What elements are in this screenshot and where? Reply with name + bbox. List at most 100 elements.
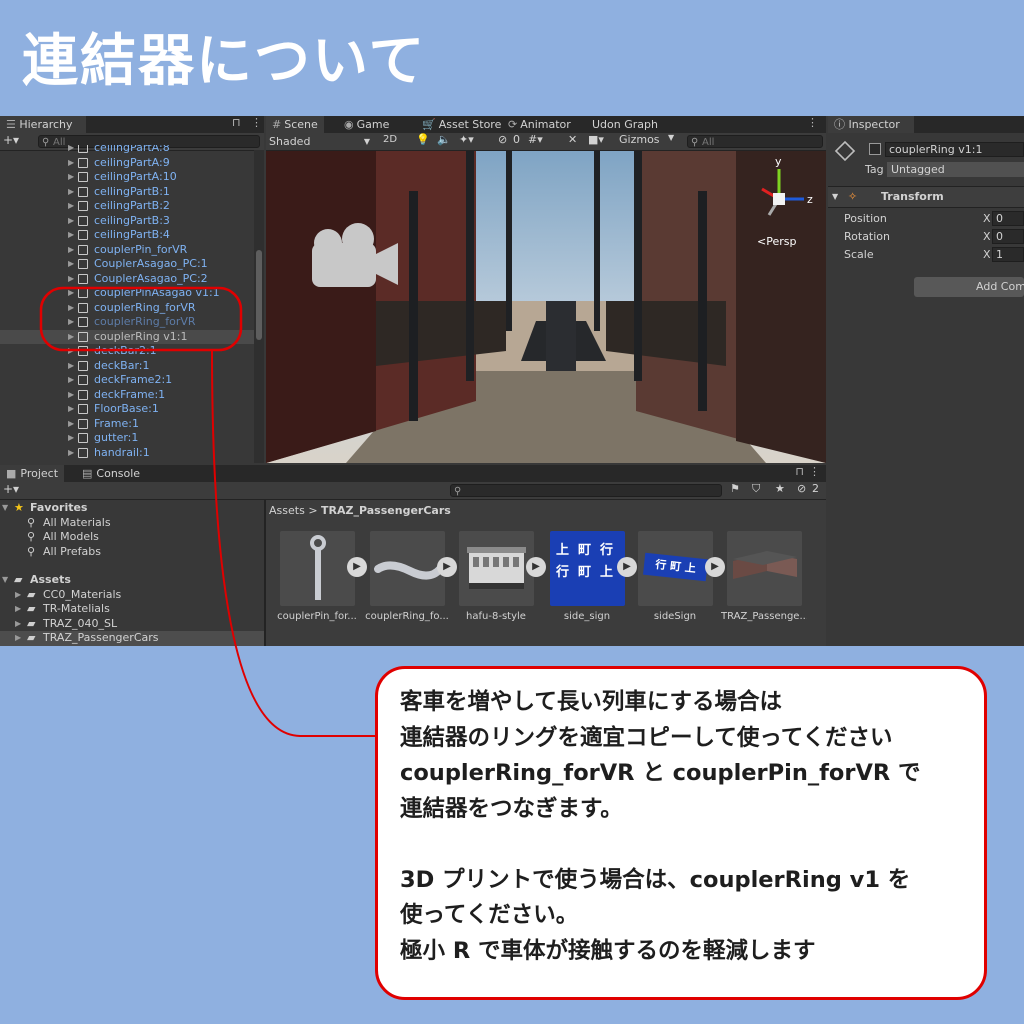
object-name-field[interactable]: couplerRing v1:1 [885,142,1024,157]
hierarchy-item[interactable]: ▶ couplerRing_forVR [0,315,254,330]
hierarchy-item[interactable]: ▶ ceilingPartB:3 [0,214,254,229]
chevron-right-icon[interactable]: ▶ [68,170,74,185]
hierarchy-item[interactable]: ▶ ceilingPartB:2 [0,199,254,214]
more-menu-icon[interactable]: ⋮ [251,116,262,129]
hierarchy-item[interactable]: ▶ Frame:1 [0,417,254,432]
play-icon[interactable]: ▶ [526,557,546,577]
hierarchy-item[interactable]: ▶ deckFrame:1 [0,388,254,403]
lock-icon[interactable]: ⊓ [232,116,241,129]
chevron-down-icon[interactable]: ▼ [2,501,8,516]
asset-thumbnail[interactable]: 行 町 上 [638,531,713,606]
tab-game[interactable]: ◉ Game [338,116,395,133]
effects-icon[interactable]: ✦▾ [459,133,474,146]
chevron-down-icon[interactable]: ▶ [15,631,21,646]
play-icon[interactable]: ▶ [437,557,457,577]
hierarchy-item[interactable]: ▶ deckFrame2:1 [0,373,254,388]
shading-mode-dropdown[interactable]: Shaded ▼ [266,133,374,150]
asset-thumbnail[interactable] [280,531,355,606]
play-icon[interactable]: ▶ [347,557,367,577]
transform-value-field[interactable]: 0 [992,211,1024,226]
filter-label-icon[interactable]: ⛉ [752,482,760,496]
toggle-2d-button[interactable]: 2D [383,134,397,145]
transform-value-field[interactable]: 1 [992,247,1024,262]
hierarchy-item[interactable]: ▶ cellingPartB:1 [0,185,254,200]
hierarchy-item[interactable]: ▶ couplerRing_forVR [0,301,254,316]
chevron-down-icon[interactable]: ▼ [2,573,8,588]
breadcrumb-root[interactable]: Assets [269,504,305,517]
hierarchy-item[interactable]: ▶ couplerPinAsagao v1:1 [0,286,254,301]
project-search-input[interactable]: ⚲ [450,484,722,497]
hierarchy-item[interactable]: ▶ couplerPin_forVR [0,243,254,258]
tab-hierarchy[interactable]: ☰ Hierarchy [0,116,86,133]
hierarchy-item[interactable]: ▶ gutter:1 [0,431,254,446]
audio-icon[interactable]: 🔈 [437,133,451,146]
lock-icon[interactable]: ⊓ [795,465,804,478]
asset-thumbnail[interactable] [727,531,802,606]
add-button[interactable]: +▾ [3,482,19,496]
filter-type-icon[interactable]: ⚑ [730,482,740,495]
camera-icon[interactable]: ■▾ [588,133,604,146]
chevron-right-icon[interactable]: ▶ [68,373,74,388]
gizmos-dropdown[interactable]: Gizmos [619,133,660,146]
hierarchy-item[interactable]: ▶ couplerRing v1:1 [0,329,254,345]
hierarchy-item[interactable]: ▶ deckBar:1 [0,359,254,374]
foldout-arrow-icon[interactable]: ▼ [832,187,838,207]
active-checkbox[interactable] [869,143,881,155]
folder-tree-item[interactable]: ▼ ★ Favorites [0,501,264,516]
hierarchy-item[interactable]: ▶ ceilingPartA:8 [0,145,254,156]
chevron-right-icon[interactable]: ▶ [68,431,74,446]
chevron-down-icon[interactable]: ▶ [15,617,21,632]
tab-console[interactable]: ▤ Console [76,465,146,482]
tab-scene[interactable]: # Scene [266,116,324,133]
folder-tree-item[interactable]: ▶ ▰ TRAZ_040_SL [0,617,264,632]
transform-value-field[interactable]: 0 [992,229,1024,244]
play-icon[interactable]: ▶ [705,557,725,577]
chevron-right-icon[interactable]: ▶ [68,257,74,272]
hierarchy-scrollbar[interactable] [254,150,264,463]
chevron-right-icon[interactable]: ▶ [68,228,74,243]
hierarchy-item[interactable]: ▶ ceilingPartA:10 [0,170,254,185]
chevron-right-icon[interactable]: ▶ [68,359,74,374]
visibility-icon[interactable]: ⊘ [498,133,507,146]
hierarchy-scrollbar-thumb[interactable] [256,250,262,340]
chevron-right-icon[interactable]: ▶ [68,330,74,345]
tab-asset-store[interactable]: 🛒 Asset Store [416,116,507,133]
chevron-right-icon[interactable]: ▶ [68,417,74,432]
chevron-down-icon[interactable]: ▶ [15,602,21,617]
chevron-right-icon[interactable]: ▶ [68,286,74,301]
tag-dropdown[interactable]: Untagged [887,162,1024,177]
transform-header[interactable]: ▼ ✧ Transform [828,186,1024,208]
scene-search-input[interactable]: ⚲ All [687,135,823,148]
tab-project[interactable]: ■ Project [0,465,65,482]
lighting-icon[interactable]: 💡 [416,133,430,146]
asset-thumbnail[interactable] [459,531,534,606]
chevron-right-icon[interactable]: ▶ [68,402,74,417]
asset-thumbnail[interactable]: 上町行行町上 [550,531,625,606]
add-component-button[interactable]: Add Com [914,277,1024,297]
chevron-right-icon[interactable]: ▶ [68,315,74,330]
hierarchy-item[interactable]: ▶ FloorBase:1 [0,402,254,417]
folder-tree-item[interactable]: ▶ ▰ TRAZ_PassengerCars [0,631,264,646]
chevron-right-icon[interactable]: ▶ [68,185,74,200]
chevron-right-icon[interactable]: ▶ [68,214,74,229]
chevron-right-icon[interactable]: ▶ [68,199,74,214]
chevron-right-icon[interactable]: ▶ [68,145,74,156]
chevron-down-icon[interactable]: ▼ [668,133,674,142]
chevron-right-icon[interactable]: ▶ [68,156,74,171]
more-menu-icon[interactable]: ⋮ [809,465,820,478]
hierarchy-item[interactable]: ▶ deckBar2:1 [0,344,254,359]
folder-tree-item[interactable]: ⚲ All Materials [0,516,264,531]
tab-udon-graph[interactable]: Udon Graph [586,116,664,133]
chevron-right-icon[interactable]: ▶ [68,243,74,258]
more-menu-icon[interactable]: ⋮ [807,116,818,129]
chevron-right-icon[interactable]: ▶ [68,301,74,316]
hierarchy-item[interactable]: ▶ CouplerAsagao_PC:2 [0,272,254,287]
asset-thumbnail[interactable] [370,531,445,606]
persp-label[interactable]: <Persp [757,235,796,248]
folder-tree-item[interactable]: ▼ ▰ Assets [0,573,264,588]
breadcrumb-current[interactable]: TRAZ_PassengerCars [321,504,451,517]
tab-animator[interactable]: ⟳ Animator [502,116,577,133]
hierarchy-item[interactable]: ▶ ceilingPartA:9 [0,156,254,171]
folder-tree-item[interactable]: ▶ ▰ TR-Matelials [0,602,264,617]
chevron-right-icon[interactable]: ▶ [68,388,74,403]
